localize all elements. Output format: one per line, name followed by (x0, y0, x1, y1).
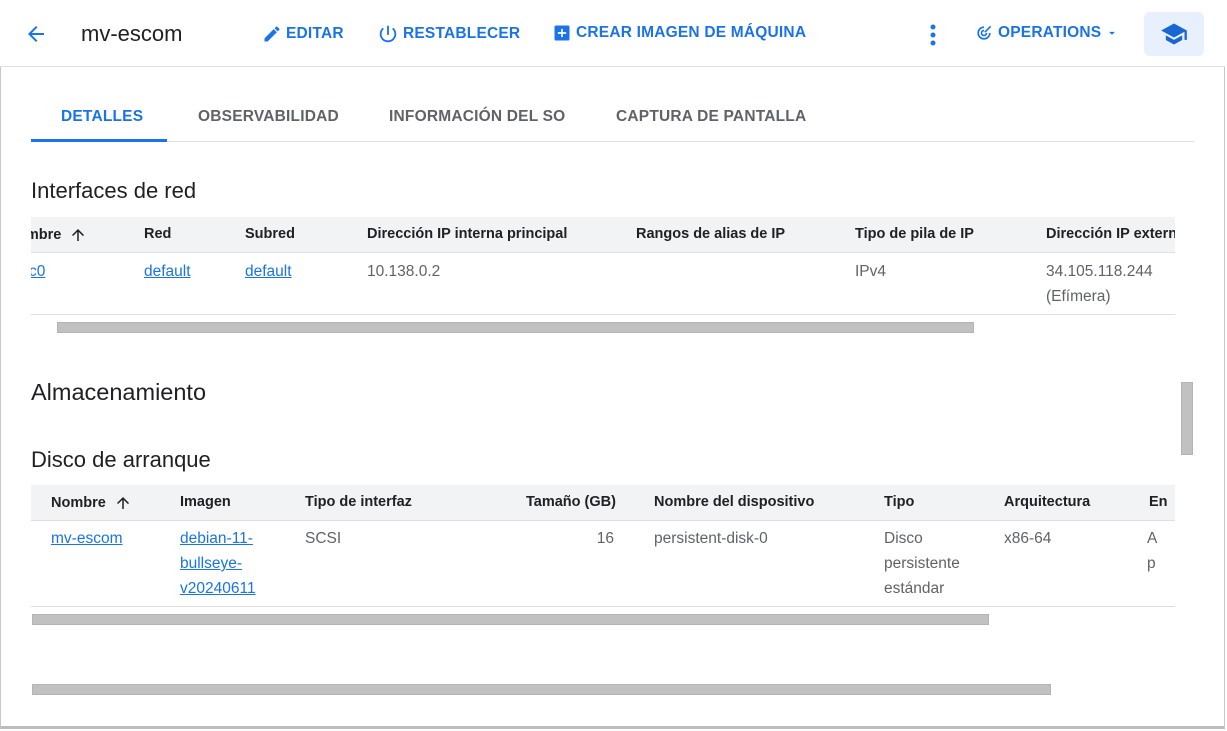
more-options-button[interactable] (921, 22, 945, 48)
stack-type-value: IPv4 (855, 263, 887, 280)
column-header-name[interactable]: ombre (31, 226, 87, 244)
column-header-type[interactable]: Tipo (884, 494, 914, 510)
operations-label: OPERATIONS (998, 24, 1102, 41)
create-machine-image-label: CREAR IMAGEN DE MÁQUINA (576, 24, 807, 41)
column-header-interface-type[interactable]: Tipo de interfaz (305, 494, 412, 510)
device-name-value: persistent-disk-0 (654, 530, 768, 547)
column-header-internal-ip[interactable]: Dirección IP interna principal (367, 226, 567, 242)
tab-bar: DETALLES OBSERVABILIDAD INFORMACIÓN DEL … (31, 95, 1194, 142)
nic-name-link[interactable]: c0 (31, 259, 45, 284)
school-icon (1161, 23, 1187, 45)
boot-disk-table: Nombre Imagen Tipo de interfaz Tamaño (G… (31, 485, 1175, 607)
reset-label: RESTABLECER (403, 25, 521, 42)
operations-icon (977, 25, 992, 40)
external-ip-value: 34.105.118.244 (1046, 263, 1153, 280)
add-box-icon (554, 25, 570, 41)
internal-ip-value: 10.138.0.2 (367, 263, 441, 280)
network-table-scrollbar[interactable] (57, 322, 974, 333)
operations-dropdown[interactable]: OPERATIONS (974, 23, 1119, 43)
column-header-subnet[interactable]: Subred (245, 226, 295, 242)
column-header-extra[interactable]: En (1149, 494, 1168, 510)
boot-disk-table-scrollbar[interactable] (32, 614, 989, 625)
network-link[interactable]: default (144, 259, 191, 284)
caret-down-icon (1109, 31, 1116, 35)
disk-size-value: 16 (596, 530, 614, 547)
external-ip-type: (Efímera) (1046, 288, 1111, 305)
tab-os-info[interactable]: INFORMACIÓN DEL SO (389, 108, 565, 126)
column-header-external-ip[interactable]: Dirección IP externa (1046, 226, 1175, 242)
disk-image-link[interactable]: debian-11- bullseye- v20240611 (180, 526, 256, 601)
tab-screenshot[interactable]: CAPTURA DE PANTALLA (616, 108, 806, 126)
arrow-upward-icon (116, 497, 129, 509)
subnet-link[interactable]: default (245, 259, 292, 284)
column-header-alias-ranges[interactable]: Rangos de alias de IP (636, 226, 785, 242)
column-header-size[interactable]: Tamaño (GB) (526, 494, 616, 510)
column-header-stack-type[interactable]: Tipo de pila de IP (855, 226, 974, 242)
column-header-image[interactable]: Imagen (180, 494, 231, 510)
column-header-architecture[interactable]: Arquitectura (1004, 494, 1090, 510)
column-header-name[interactable]: Nombre (51, 494, 132, 512)
create-machine-image-button[interactable]: CREAR IMAGEN DE MÁQUINA (552, 23, 806, 43)
boot-disk-title: Disco de arranque (31, 447, 211, 472)
extra-column-value: A p (1147, 530, 1158, 572)
learn-button[interactable] (1144, 12, 1204, 56)
interface-type-value: SCSI (305, 530, 342, 547)
row-divider (31, 606, 1175, 607)
pencil-icon (264, 26, 280, 42)
active-tab-indicator (31, 139, 167, 142)
row-divider (31, 314, 1175, 315)
column-header-network[interactable]: Red (144, 226, 171, 242)
arrow-upward-icon (72, 229, 85, 241)
edit-label: EDITAR (286, 25, 344, 42)
more-vert-icon (930, 24, 936, 46)
column-header-device-name[interactable]: Nombre del dispositivo (654, 494, 814, 510)
page-header: mv-escom EDITAR RESTABLECER CREAR IMAGEN… (0, 0, 1225, 67)
page-vertical-scrollbar[interactable] (1181, 382, 1193, 455)
disk-name-link[interactable]: mv-escom (51, 526, 122, 551)
reset-button[interactable]: RESTABLECER (377, 23, 520, 45)
network-interfaces-table: ombre Red Subred Dirección IP interna pr… (31, 217, 1175, 315)
arrow-back-icon (28, 26, 44, 42)
tab-observability[interactable]: OBSERVABILIDAD (198, 108, 339, 126)
edit-button[interactable]: EDITAR (262, 24, 344, 44)
storage-title: Almacenamiento (31, 379, 207, 405)
table-header: Nombre Imagen Tipo de interfaz Tamaño (G… (31, 485, 1175, 521)
disk-type-value: Disco persistente estándar (884, 530, 960, 597)
page-title: mv-escom (81, 21, 183, 46)
tab-details[interactable]: DETALLES (61, 108, 143, 126)
table-header: ombre Red Subred Dirección IP interna pr… (31, 217, 1175, 253)
architecture-value: x86-64 (1004, 530, 1052, 547)
back-button[interactable] (22, 20, 50, 48)
power-icon (379, 25, 397, 43)
page-horizontal-scrollbar[interactable] (32, 684, 1051, 695)
network-interfaces-title: Interfaces de red (31, 178, 197, 203)
